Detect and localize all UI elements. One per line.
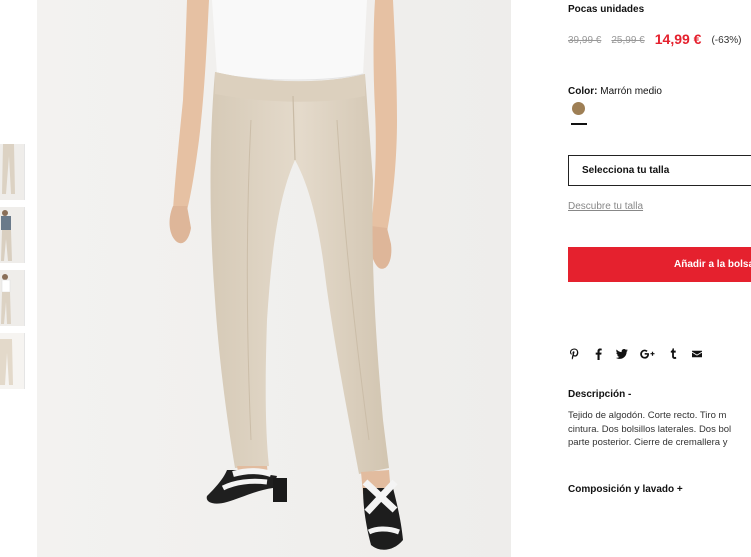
pinterest-icon[interactable] [568, 347, 580, 360]
share-icons [568, 347, 715, 360]
description-line: Tejido de algodón. Corte recto. Tiro m [568, 410, 727, 421]
description-text: Tejido de algodón. Corte recto. Tiro m c… [568, 409, 751, 450]
original-price: 39,99 € [568, 35, 602, 46]
thumbnail-3[interactable] [0, 270, 25, 326]
email-icon[interactable] [691, 347, 703, 360]
previous-price: 25,99 € [611, 35, 645, 46]
color-label-title: Color: [568, 86, 598, 97]
add-to-bag-button[interactable]: Añadir a la bolsa [568, 247, 751, 282]
thumbnail-4[interactable] [0, 333, 25, 389]
price-row: 39,99 € 25,99 € 14,99 € (-63%) [568, 30, 742, 47]
description-line: cintura. Dos bolsillos laterales. Dos bo… [568, 423, 732, 435]
composition-toggle[interactable]: Composición y lavado + [568, 484, 683, 495]
twitter-icon[interactable] [616, 347, 628, 360]
discount-percent: (-63%) [711, 35, 742, 46]
selected-swatch-indicator [571, 123, 587, 125]
facebook-icon[interactable] [592, 347, 604, 360]
color-label: Color: Marrón medio [568, 86, 662, 97]
tumblr-icon[interactable] [667, 347, 679, 360]
size-guide-link[interactable]: Descubre tu talla [568, 201, 643, 212]
thumbnail-2[interactable] [0, 207, 25, 263]
color-swatch[interactable] [572, 102, 585, 115]
google-plus-icon[interactable] [640, 347, 655, 360]
thumbnail-1[interactable] [0, 144, 25, 200]
main-product-image [37, 0, 511, 557]
size-select[interactable]: Selecciona tu talla [568, 155, 751, 186]
description-line: parte posterior. Cierre de cremallera y [568, 437, 728, 448]
color-value: Marrón medio [600, 86, 662, 97]
current-price: 14,99 € [654, 31, 702, 47]
description-title[interactable]: Descripción - [568, 389, 631, 400]
product-details-panel: Pocas unidades 39,99 € 25,99 € 14,99 € (… [568, 0, 751, 557]
stock-notice: Pocas unidades [568, 4, 645, 15]
